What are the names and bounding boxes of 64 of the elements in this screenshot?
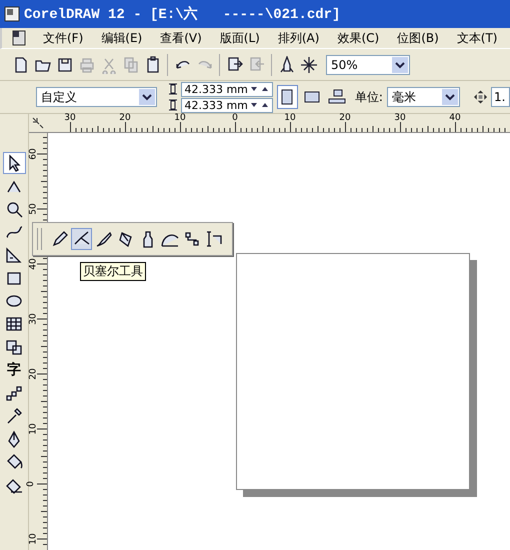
ruler-label: 30: [394, 113, 406, 123]
save-icon: [56, 56, 74, 74]
ruler-label: 40: [449, 113, 461, 123]
document-icon: [12, 30, 26, 46]
menu-item[interactable]: 版面(L): [210, 30, 269, 46]
spinner-arrows-icon: [250, 101, 270, 109]
menu-item[interactable]: 位图(B): [388, 30, 448, 46]
ruler-label: 20: [339, 113, 351, 123]
portrait-page-icon: [281, 89, 294, 105]
menu-item[interactable]: 文件(F): [34, 30, 92, 46]
nudge-field[interactable]: 1.: [490, 87, 510, 107]
portrait-button[interactable]: [276, 85, 298, 109]
tooltip: 贝塞尔工具: [80, 262, 146, 281]
spinner-arrows-icon: [250, 85, 270, 93]
ruler-label: 10: [28, 533, 39, 545]
document-icon: [4, 6, 20, 22]
size-field[interactable]: 42.333 mm: [181, 82, 273, 96]
blend-icon: [5, 384, 23, 402]
ruler-label: 10: [284, 113, 296, 123]
ruler-label: 50: [28, 203, 39, 215]
move-arrows-icon: [474, 90, 487, 104]
size-field[interactable]: 42.333 mm: [181, 98, 273, 112]
eyedropper-icon: [5, 407, 23, 425]
connector-icon: [182, 230, 200, 248]
paper-size-dropdown[interactable]: 自定义: [36, 87, 158, 107]
ruler-label: 10: [28, 423, 39, 435]
dimension-icon: [167, 99, 180, 111]
import-icon: [226, 56, 244, 74]
menu-item[interactable]: 排列(A): [268, 30, 328, 46]
paint-bucket-icon: [5, 453, 23, 471]
menu-item[interactable]: 效果(C): [328, 30, 388, 46]
ruler-label: 10: [174, 113, 186, 123]
window-title: CorelDRAW 12 - [E:\六 -----\021.cdr]: [24, 5, 340, 23]
grid-icon: [5, 315, 23, 333]
copy-icon: [122, 56, 140, 74]
dimension-icon: [167, 83, 180, 95]
ruler-label: 20: [28, 368, 39, 380]
ruler-label: 0: [232, 113, 238, 123]
menu-item[interactable]: 文本(T): [448, 30, 506, 46]
unit-dropdown[interactable]: 毫米: [386, 87, 460, 107]
magnifier-icon: [5, 200, 23, 218]
zoom-dropdown[interactable]: 50%: [326, 54, 410, 74]
page-layout-icon: [328, 89, 346, 105]
shapes-icon: [5, 338, 23, 356]
sparkle-icon: [300, 56, 318, 74]
tool-button[interactable]: 字: [2, 359, 26, 381]
menu-item[interactable]: 编辑(E): [92, 30, 152, 46]
ruler-label: 40: [28, 258, 39, 270]
landscape-page-icon: [304, 91, 320, 103]
tool-button[interactable]: [71, 228, 92, 250]
dimension-icon: [204, 230, 222, 248]
menu-item[interactable]: 查看(V): [151, 30, 211, 46]
brush-icon: [94, 230, 112, 248]
ruler-label: 30: [28, 313, 39, 325]
export-icon: [248, 56, 266, 74]
pencil-icon: [50, 230, 68, 248]
print-icon: [78, 56, 96, 74]
ruler-label: 20: [119, 113, 131, 123]
ruler-label: 60: [28, 148, 39, 160]
ruler-label: 0: [26, 481, 36, 487]
rocket-icon: [278, 56, 296, 74]
ruler-label: 30: [64, 113, 76, 123]
tool-button[interactable]: [2, 152, 26, 174]
unit-label: 单位:: [354, 88, 383, 106]
